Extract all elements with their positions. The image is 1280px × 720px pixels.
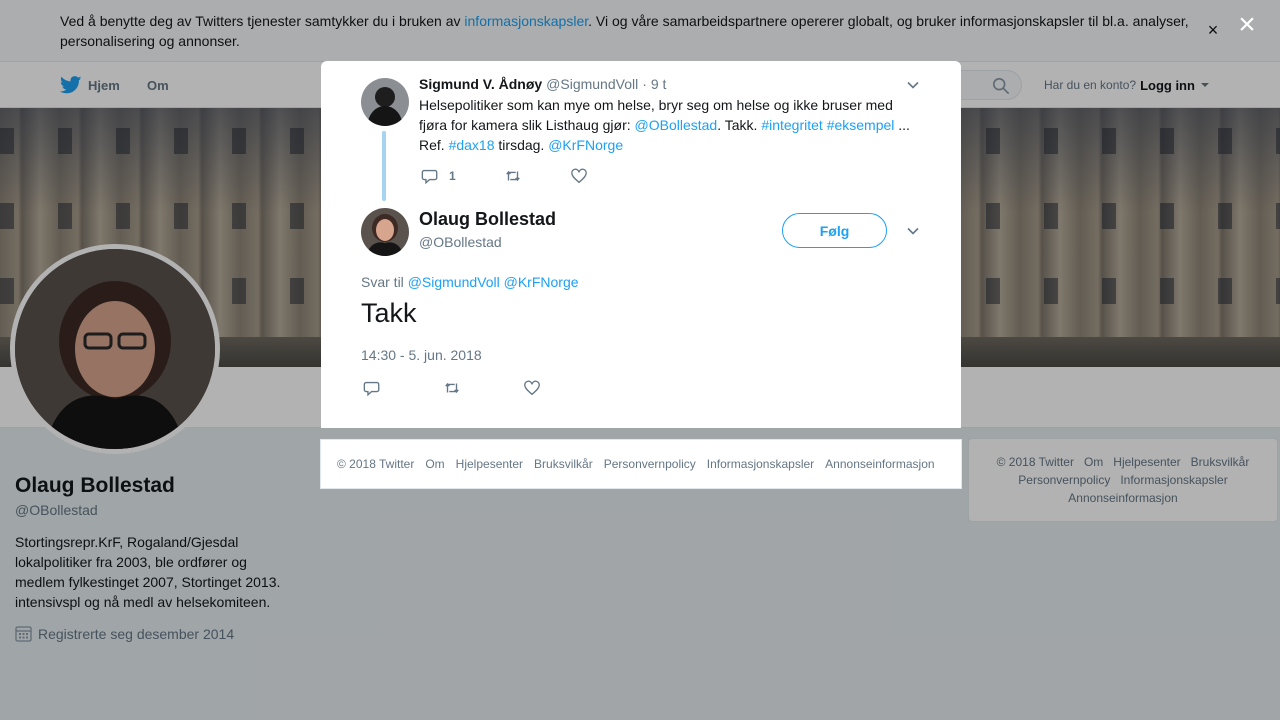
footer-ads-link[interactable]: Annonseinformasjon: [825, 457, 934, 471]
hashtag-link[interactable]: #integritet: [761, 117, 822, 133]
main-tweet-actions: [363, 379, 541, 397]
parent-tweet-time[interactable]: 9 t: [651, 76, 667, 92]
reply-to-context: Svar til @SigmundVoll @KrFNorge: [361, 274, 579, 290]
parent-avatar-image: [361, 78, 409, 126]
reply-button[interactable]: 1: [421, 167, 456, 185]
main-tweet-author-name[interactable]: Olaug Bollestad: [419, 209, 556, 230]
reply-to-label: Svar til: [361, 274, 404, 290]
retweet-icon: [445, 382, 459, 394]
parent-tweet-separator: ·: [642, 76, 647, 92]
reply-icon: [363, 381, 380, 397]
hashtag-link[interactable]: #eksempel: [827, 117, 895, 133]
retweet-button[interactable]: [443, 379, 461, 397]
main-tweet-avatar[interactable]: [361, 208, 409, 256]
modal-close-icon[interactable]: ×: [1234, 10, 1260, 40]
main-tweet-chevron-down-icon[interactable]: [906, 224, 920, 238]
mention-link[interactable]: @KrFNorge: [504, 274, 579, 290]
parent-tweet-avatar[interactable]: [361, 78, 409, 126]
main-tweet-text: Takk: [361, 298, 417, 328]
hashtag-link[interactable]: #dax18: [449, 137, 495, 153]
parent-tweet-author-name[interactable]: Sigmund V. Ådnøy: [419, 76, 542, 92]
main-tweet-timestamp[interactable]: 14:30 - 5. jun. 2018: [361, 347, 482, 363]
like-button[interactable]: [570, 167, 588, 185]
footer-help-link[interactable]: Hjelpesenter: [456, 457, 523, 471]
mention-link[interactable]: @SigmundVoll: [408, 274, 500, 290]
reply-count: 1: [449, 169, 456, 183]
parent-text-part: tirsdag.: [494, 137, 549, 153]
parent-tweet-chevron-down-icon[interactable]: [906, 78, 920, 92]
footer-privacy-link[interactable]: Personvernpolicy: [604, 457, 696, 471]
footer-terms-link[interactable]: Bruksvilkår: [534, 457, 593, 471]
like-button[interactable]: [523, 379, 541, 397]
tweet-modal: Sigmund V. Ådnøy @SigmundVoll · 9 t Hels…: [321, 61, 961, 428]
mention-link[interactable]: @KrFNorge: [548, 137, 623, 153]
parent-tweet-author-handle[interactable]: @SigmundVoll: [546, 76, 638, 92]
main-avatar-image: [361, 208, 409, 256]
footer-cookies-link[interactable]: Informasjonskapsler: [707, 457, 814, 471]
thread-connector-line: [382, 131, 386, 201]
footer-copyright: © 2018 Twitter: [337, 457, 415, 471]
reply-icon: [421, 169, 438, 185]
parent-text-part: . Takk.: [717, 117, 762, 133]
heart-icon: [570, 168, 587, 184]
parent-tweet-text: Helsepolitiker som kan mye om helse, bry…: [419, 95, 914, 155]
retweet-icon: [505, 170, 520, 182]
mention-link[interactable]: @OBollestad: [635, 117, 718, 133]
main-tweet-author-handle[interactable]: @OBollestad: [419, 234, 502, 250]
heart-icon: [524, 380, 540, 396]
modal-footer: © 2018 Twitter Om Hjelpesenter Bruksvilk…: [320, 439, 962, 489]
parent-tweet-actions: 1: [421, 167, 588, 185]
parent-tweet-header: Sigmund V. Ådnøy @SigmundVoll · 9 t: [419, 76, 666, 92]
footer-about-link[interactable]: Om: [425, 457, 444, 471]
follow-button[interactable]: Følg: [782, 213, 887, 248]
retweet-button[interactable]: [504, 167, 522, 185]
reply-button[interactable]: [363, 379, 381, 397]
